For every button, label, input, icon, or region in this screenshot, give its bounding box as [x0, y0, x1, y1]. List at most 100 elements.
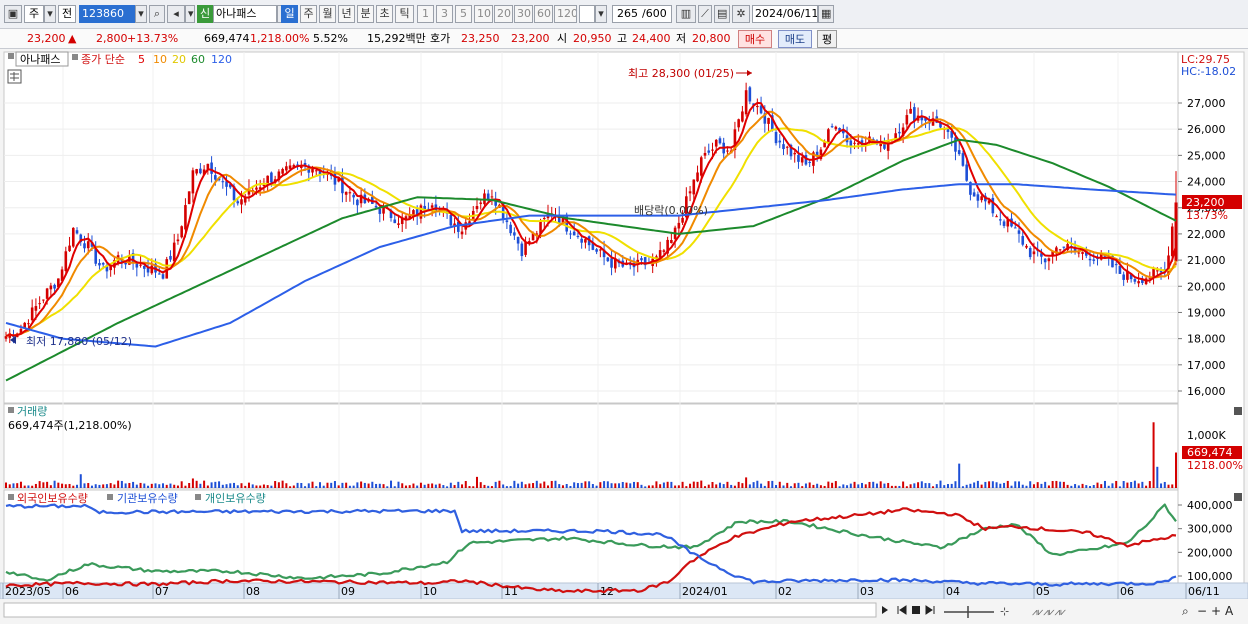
x-axis-label: 06/11	[1188, 585, 1220, 598]
interval-60[interactable]: 60	[534, 5, 553, 23]
scroll-track[interactable]	[3, 602, 877, 618]
save-icon[interactable]: ▤	[714, 5, 730, 23]
stop-icon[interactable]	[912, 606, 920, 614]
x-axis-label: 10	[423, 585, 437, 598]
stock-name-field[interactable]: 아나패스	[213, 5, 277, 23]
zoom-out-icon[interactable]: −	[1197, 604, 1207, 618]
volume-bar	[367, 483, 370, 488]
volume-bar	[1141, 481, 1144, 488]
stock-code-input[interactable]: 123860	[79, 5, 135, 23]
sell-button[interactable]: 매도	[778, 30, 812, 48]
period-tab-year[interactable]: 년	[338, 5, 355, 23]
volume-bar	[102, 484, 105, 488]
count-input[interactable]: 265	[612, 5, 640, 23]
volume-bar	[558, 484, 561, 488]
legend-ma120: 120	[211, 53, 232, 66]
candle-body	[767, 117, 770, 124]
volume-bar	[341, 482, 344, 488]
interval-20[interactable]: 20	[494, 5, 513, 23]
market-dropdown-icon[interactable]: ▾	[44, 5, 56, 23]
y-tick-label: 21,000	[1187, 254, 1226, 267]
interval-120[interactable]: 120	[554, 5, 577, 23]
candle-body	[756, 105, 759, 108]
search-icon[interactable]: ⌕	[149, 5, 165, 23]
volume-bar	[315, 486, 318, 488]
volume-bar	[924, 483, 927, 488]
candle-body	[909, 108, 912, 114]
candle-body	[703, 152, 707, 156]
volume-bar	[442, 485, 445, 488]
candle-body	[834, 126, 838, 130]
volume-bar	[849, 483, 852, 488]
legend-institution: 기관보유수량	[117, 492, 178, 505]
code-dropdown-icon[interactable]: ▾	[135, 5, 147, 23]
period-tab-day[interactable]: 일	[281, 5, 298, 23]
candle-body	[595, 249, 598, 252]
candle-body	[737, 119, 740, 128]
speaker-dropdown-icon[interactable]: ▾	[185, 5, 195, 23]
holdings-legend-marker-2	[107, 494, 113, 500]
volume-bar	[528, 483, 531, 488]
candle-type-icon[interactable]: ▥	[676, 5, 696, 23]
zoom-icon[interactable]: ⌕	[1182, 604, 1189, 618]
volume-bar	[1018, 481, 1021, 488]
holdings-panel	[3, 489, 1179, 584]
interval-5[interactable]: 5	[455, 5, 472, 23]
turnover-percent: 5.52%	[313, 32, 348, 45]
candle-body	[221, 181, 225, 183]
holdings-panel-close-icon[interactable]	[1234, 493, 1242, 501]
volume-panel-close-icon[interactable]	[1234, 407, 1242, 415]
period-tab-month[interactable]: 월	[319, 5, 336, 23]
period-tab-second[interactable]: 초	[376, 5, 393, 23]
volume-bar	[64, 484, 67, 488]
hc-label: HC:-18.02	[1181, 65, 1236, 78]
volume-bar	[1074, 484, 1077, 488]
volume-bar	[1055, 480, 1058, 488]
date-input[interactable]: 2024/06/11	[752, 5, 818, 23]
buy-button[interactable]: 매수	[738, 30, 772, 48]
market-select[interactable]: 주	[24, 5, 44, 23]
layout-icon[interactable]: ▣	[4, 5, 22, 23]
volume-bar	[976, 480, 979, 488]
candle-body	[827, 129, 830, 144]
volume-bar	[221, 484, 224, 488]
volume-bar	[760, 483, 763, 488]
candle-body	[1017, 230, 1021, 234]
candle-body	[696, 172, 699, 182]
calendar-icon[interactable]: ▦	[818, 5, 834, 23]
crosshair-icon[interactable]: ⊹	[1000, 605, 1009, 618]
volume-bar	[132, 481, 135, 488]
draw-tools-icon[interactable]: ⟋	[698, 5, 712, 23]
y-tick-label: 26,000	[1187, 123, 1226, 136]
interval-custom-input[interactable]	[579, 5, 595, 23]
volume-bar	[378, 483, 381, 488]
volume-bar	[707, 484, 710, 488]
volume-bar	[457, 481, 460, 488]
settings-icon[interactable]: ✲	[732, 5, 750, 23]
stock-chart[interactable]: 2023/05 06 07 08 09 10 11 12 2024/01 02 03 04 05 06 06…	[0, 50, 1248, 621]
volume-bar	[453, 485, 456, 488]
interval-3[interactable]: 3	[436, 5, 453, 23]
holdings-tick-label: 400,000	[1187, 499, 1233, 512]
volume-bar	[632, 481, 635, 488]
interval-10[interactable]: 10	[474, 5, 493, 23]
volume-bar	[898, 485, 901, 488]
volume-bar	[1066, 484, 1069, 488]
candle-body	[1152, 268, 1155, 278]
zoom-in-icon[interactable]: +	[1211, 604, 1221, 618]
interval-30[interactable]: 30	[514, 5, 533, 23]
legend-marker	[8, 53, 14, 59]
period-tab-week[interactable]: 주	[300, 5, 317, 23]
speaker-icon[interactable]: ◂	[167, 5, 185, 23]
period-tab-minute[interactable]: 분	[357, 5, 374, 23]
font-size-icon[interactable]: A	[1225, 604, 1234, 618]
scope-select[interactable]: 전	[58, 5, 76, 23]
volume-bar	[1137, 483, 1140, 488]
candle-body	[214, 175, 217, 180]
interval-dropdown-icon[interactable]: ▾	[595, 5, 607, 23]
drawing-tool-icons[interactable]: ⩘⩗⩘⩗⩘⩗	[1032, 607, 1066, 618]
evaluate-button[interactable]: 평	[817, 30, 837, 48]
volume-bar	[857, 484, 860, 488]
interval-1[interactable]: 1	[417, 5, 434, 23]
period-tab-tick[interactable]: 틱	[395, 5, 414, 23]
